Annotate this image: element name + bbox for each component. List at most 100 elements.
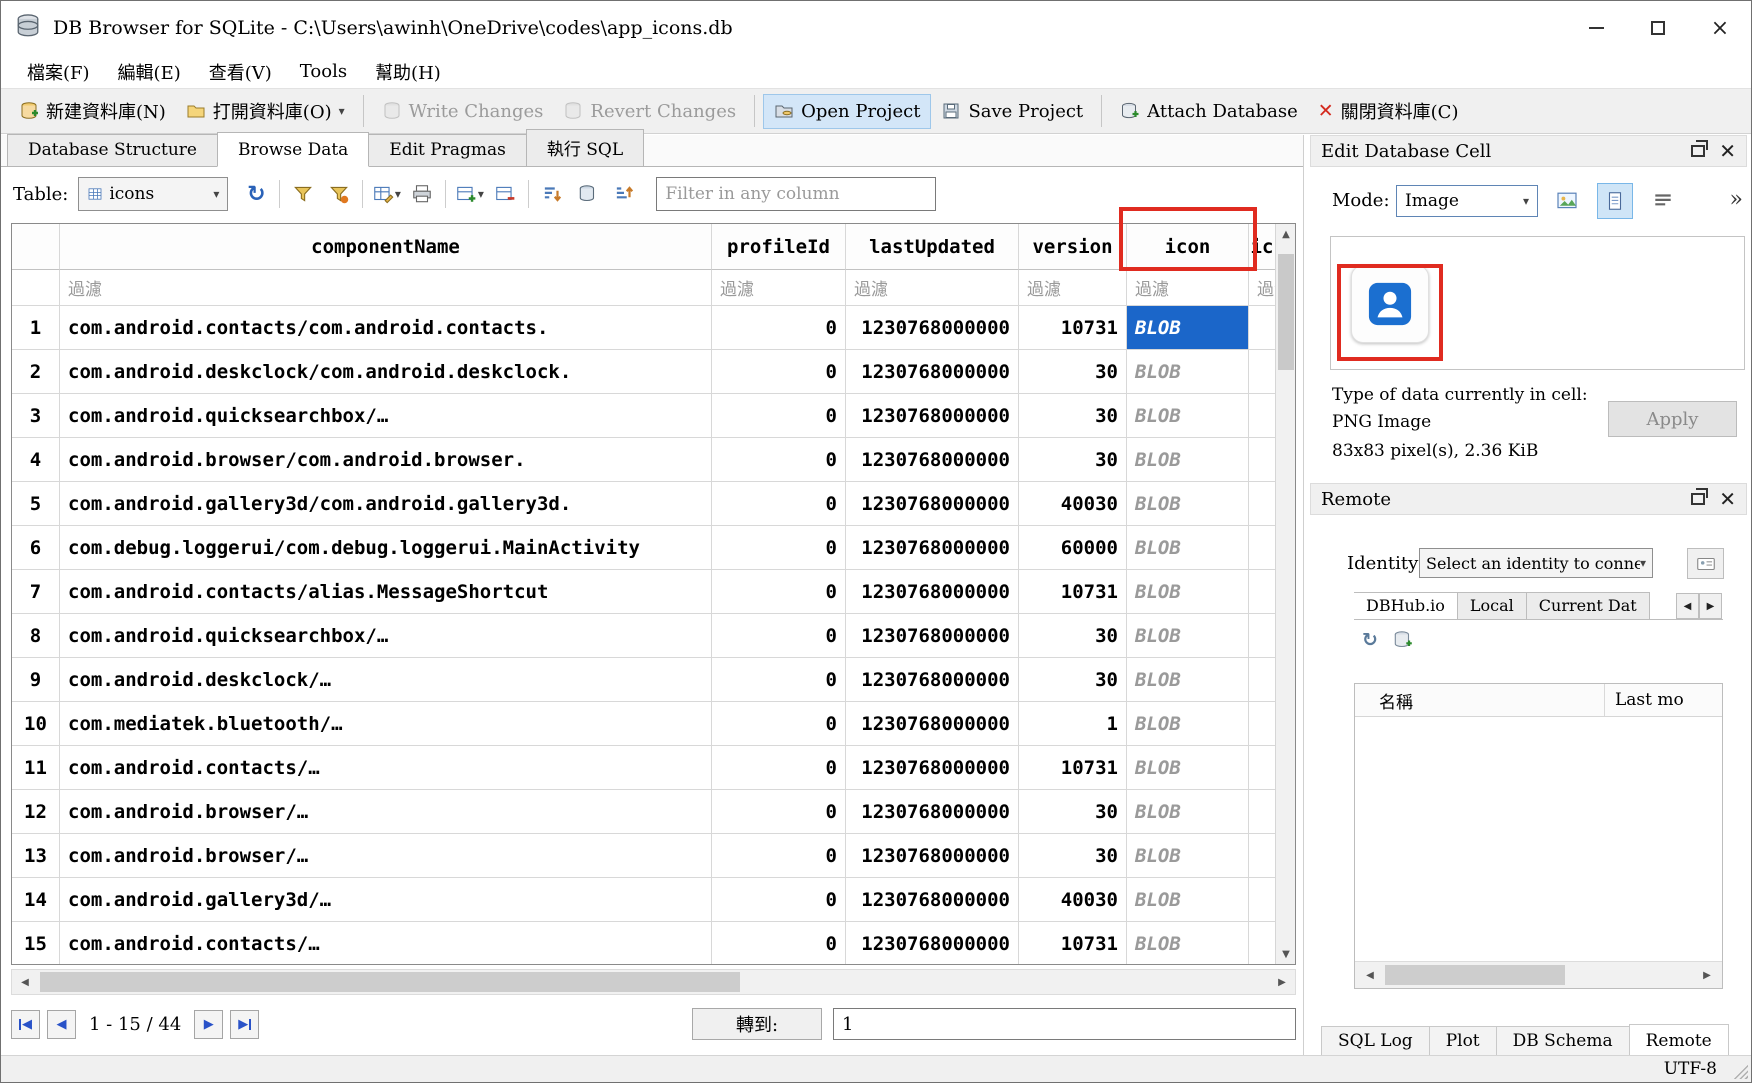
cell-partial[interactable]: [1249, 922, 1275, 964]
row-number[interactable]: 9: [12, 658, 60, 702]
tab-browse-data[interactable]: Browse Data: [217, 132, 369, 167]
tab-database-structure[interactable]: Database Structure: [7, 134, 218, 166]
row-number[interactable]: 8: [12, 614, 60, 658]
column-header-partial[interactable]: ic: [1249, 224, 1275, 270]
first-page-button[interactable]: ◀: [11, 1010, 40, 1039]
float-panel-icon[interactable]: [1691, 145, 1705, 157]
cell-icon-blob[interactable]: BLOB: [1127, 790, 1249, 834]
scroll-left-button[interactable]: ◀: [1357, 963, 1383, 987]
maximize-button[interactable]: [1627, 1, 1689, 55]
cell-componentname[interactable]: com.android.quicksearchbox/…: [60, 614, 712, 658]
cell-profileid[interactable]: 0: [712, 790, 846, 834]
menu-item-tools[interactable]: Tools: [286, 61, 361, 82]
cell-lastupdated[interactable]: 1230768000000: [846, 878, 1019, 922]
cell-componentname[interactable]: com.android.deskclock/…: [60, 658, 712, 702]
resize-grip[interactable]: [1732, 1063, 1748, 1079]
remote-tab-dbhub[interactable]: DBHub.io: [1354, 592, 1458, 620]
cell-partial[interactable]: [1249, 746, 1275, 790]
cell-componentname[interactable]: com.android.contacts/alias.MessageShortc…: [60, 570, 712, 614]
cell-partial[interactable]: [1249, 790, 1275, 834]
cell-version[interactable]: 1: [1019, 702, 1127, 746]
dock-tab-sql-log[interactable]: SQL Log: [1321, 1026, 1430, 1057]
cell-componentname[interactable]: com.android.browser/…: [60, 790, 712, 834]
remote-tab-current[interactable]: Current Dat: [1526, 592, 1650, 619]
remote-horizontal-scrollbar[interactable]: ◀ ▶: [1355, 961, 1722, 988]
cell-componentname[interactable]: com.android.gallery3d/…: [60, 878, 712, 922]
cell-lastupdated[interactable]: 1230768000000: [846, 746, 1019, 790]
prev-page-button[interactable]: ◀: [47, 1010, 76, 1039]
new-record-button[interactable]: ▾: [451, 176, 487, 212]
scroll-right-button[interactable]: ▶: [1694, 963, 1720, 987]
cell-version[interactable]: 40030: [1019, 482, 1127, 526]
menu-item-edit[interactable]: 編輯(E): [104, 59, 195, 85]
remote-refresh-icon[interactable]: ↻: [1362, 629, 1378, 651]
cell-version[interactable]: 10731: [1019, 746, 1127, 790]
close-panel-icon[interactable]: ✕: [1719, 489, 1736, 509]
cell-profileid[interactable]: 0: [712, 746, 846, 790]
row-number[interactable]: 4: [12, 438, 60, 482]
cell-partial[interactable]: [1249, 834, 1275, 878]
cell-profileid[interactable]: 0: [712, 438, 846, 482]
cell-profileid[interactable]: 0: [712, 702, 846, 746]
row-number[interactable]: 13: [12, 834, 60, 878]
cell-icon-blob[interactable]: BLOB: [1127, 702, 1249, 746]
cell-icon-blob[interactable]: BLOB: [1127, 834, 1249, 878]
cell-lastupdated[interactable]: 1230768000000: [846, 614, 1019, 658]
goto-input[interactable]: [833, 1008, 1296, 1040]
cell-profileid[interactable]: 0: [712, 350, 846, 394]
filter-version[interactable]: 過濾: [1019, 270, 1127, 306]
cell-lastupdated[interactable]: 1230768000000: [846, 570, 1019, 614]
cell-icon-blob[interactable]: BLOB: [1127, 922, 1249, 964]
cell-partial[interactable]: [1249, 438, 1275, 482]
cell-componentname[interactable]: com.android.contacts/com.android.contact…: [60, 306, 712, 350]
row-number[interactable]: 10: [12, 702, 60, 746]
cell-lastupdated[interactable]: 1230768000000: [846, 394, 1019, 438]
grid-vertical-scrollbar[interactable]: ▲ ▼: [1275, 224, 1295, 964]
cell-componentname[interactable]: com.android.deskclock/com.android.deskcl…: [60, 350, 712, 394]
scroll-right-button[interactable]: ▶: [1269, 970, 1295, 994]
cell-icon-blob[interactable]: BLOB: [1127, 350, 1249, 394]
row-number[interactable]: 15: [12, 922, 60, 964]
row-number[interactable]: 7: [12, 570, 60, 614]
cell-partial[interactable]: [1249, 570, 1275, 614]
tab-scroll-right-button[interactable]: ▶: [1699, 593, 1722, 619]
cell-version[interactable]: 60000: [1019, 526, 1127, 570]
vertical-scroll-thumb[interactable]: [1278, 254, 1294, 370]
remote-column-lastmodified[interactable]: Last mo: [1605, 684, 1722, 716]
cell-partial[interactable]: [1249, 702, 1275, 746]
attach-database-button[interactable]: Attach Database: [1110, 95, 1308, 128]
new-database-button[interactable]: 新建資料庫(N): [9, 92, 176, 130]
table-selector[interactable]: icons ▾: [78, 177, 228, 211]
cell-profileid[interactable]: 0: [712, 922, 846, 964]
clone-database-icon[interactable]: [1392, 629, 1414, 651]
cell-componentname[interactable]: com.debug.loggerui/com.debug.loggerui.Ma…: [60, 526, 712, 570]
filter-all-input[interactable]: [656, 177, 936, 211]
cell-profileid[interactable]: 0: [712, 306, 846, 350]
cell-profileid[interactable]: 0: [712, 614, 846, 658]
minimize-button[interactable]: [1565, 1, 1627, 55]
close-button[interactable]: ×: [1689, 1, 1751, 55]
apply-button[interactable]: Apply: [1608, 401, 1737, 437]
cell-lastupdated[interactable]: 1230768000000: [846, 790, 1019, 834]
cell-version[interactable]: 10731: [1019, 922, 1127, 964]
horizontal-scroll-thumb[interactable]: [1385, 965, 1565, 985]
cell-partial[interactable]: [1249, 526, 1275, 570]
clear-filters-button[interactable]: [321, 176, 357, 212]
close-database-button[interactable]: ✕ 關閉資料庫(C): [1308, 92, 1469, 130]
cell-icon-blob[interactable]: BLOB: [1127, 438, 1249, 482]
delete-record-button[interactable]: [487, 176, 523, 212]
word-wrap-button[interactable]: [1645, 183, 1681, 219]
filter-partial[interactable]: 過濾: [1249, 270, 1275, 306]
tab-execute-sql[interactable]: 執行 SQL: [526, 129, 644, 166]
remote-tab-local[interactable]: Local: [1457, 592, 1527, 619]
cell-version[interactable]: 10731: [1019, 306, 1127, 350]
horizontal-scroll-thumb[interactable]: [40, 972, 740, 992]
goto-button[interactable]: 轉到:: [692, 1008, 822, 1040]
cell-lastupdated[interactable]: 1230768000000: [846, 438, 1019, 482]
mode-select[interactable]: Image ▾: [1396, 185, 1538, 217]
print-button[interactable]: [404, 176, 440, 212]
row-number[interactable]: 12: [12, 790, 60, 834]
text-mode-button[interactable]: [1597, 183, 1633, 219]
cell-profileid[interactable]: 0: [712, 878, 846, 922]
column-header-profileid[interactable]: profileId: [712, 224, 846, 270]
